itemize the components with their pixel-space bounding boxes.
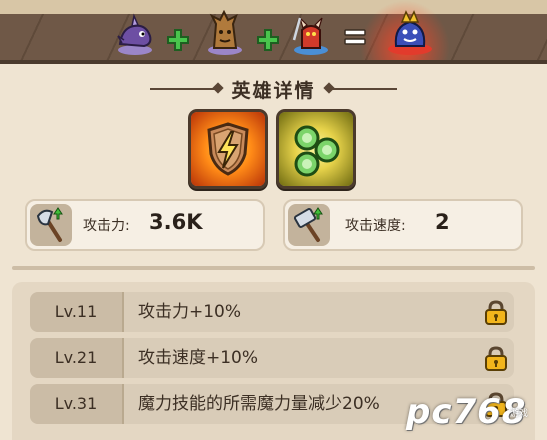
- attack-value: 3.6K: [149, 210, 203, 234]
- unlock-description: 魔力技能的所需魔力量减少20%: [138, 394, 380, 414]
- attack-speed-icon-box: [288, 204, 330, 246]
- attack-label: 攻击力:: [83, 218, 130, 234]
- unlock-level: Lv.11: [30, 292, 124, 332]
- banner-sky: [0, 0, 547, 14]
- purple-dragon-monster[interactable]: [112, 10, 158, 56]
- lock-icon: [485, 300, 507, 325]
- section-title: 英雄详情: [231, 80, 316, 102]
- attack-speed-value: 2: [435, 210, 450, 234]
- unlock-description: 攻击力+10%: [138, 302, 242, 322]
- section-divider: [12, 266, 535, 270]
- unlock-description: 攻击速度+10%: [138, 348, 259, 368]
- attack-speed-label: 攻击速度:: [345, 218, 406, 234]
- lock-icon: [485, 346, 507, 371]
- attack-speed-stat-card: 攻击速度: 2: [283, 199, 523, 251]
- unlock-row[interactable]: Lv.21 攻击速度+10%: [30, 338, 514, 378]
- site-watermark: pc768 游戏: [406, 388, 547, 440]
- unlock-level: Lv.31: [30, 384, 124, 424]
- attack-stat-card: 攻击力: 3.6K: [25, 199, 265, 251]
- unlock-row[interactable]: Lv.11 攻击力+10%: [30, 292, 514, 332]
- plus-icon: [257, 29, 279, 51]
- treant-monster[interactable]: [202, 10, 248, 56]
- hero-details-header: 英雄详情: [0, 74, 547, 104]
- red-demon-monster[interactable]: [288, 10, 334, 56]
- blue-hero-monster[interactable]: [384, 6, 436, 56]
- skill-lightning-shield[interactable]: [191, 112, 265, 186]
- banner-edge: [0, 60, 547, 64]
- plus-icon: [167, 29, 189, 51]
- green-orbs-icon: [294, 125, 340, 177]
- lightning-shield-icon: [207, 122, 249, 176]
- title-divider-right: [327, 88, 397, 90]
- skill-green-orbs[interactable]: [279, 112, 353, 186]
- merge-banner: [0, 0, 547, 64]
- attack-icon-box: [30, 204, 72, 246]
- watermark-logo: pc768: [406, 392, 527, 432]
- hammer-icon: [293, 207, 323, 242]
- watermark-sub: 游戏: [510, 409, 529, 419]
- axe-icon: [36, 207, 63, 242]
- equals-icon: [344, 29, 366, 45]
- unlock-level: Lv.21: [30, 338, 124, 378]
